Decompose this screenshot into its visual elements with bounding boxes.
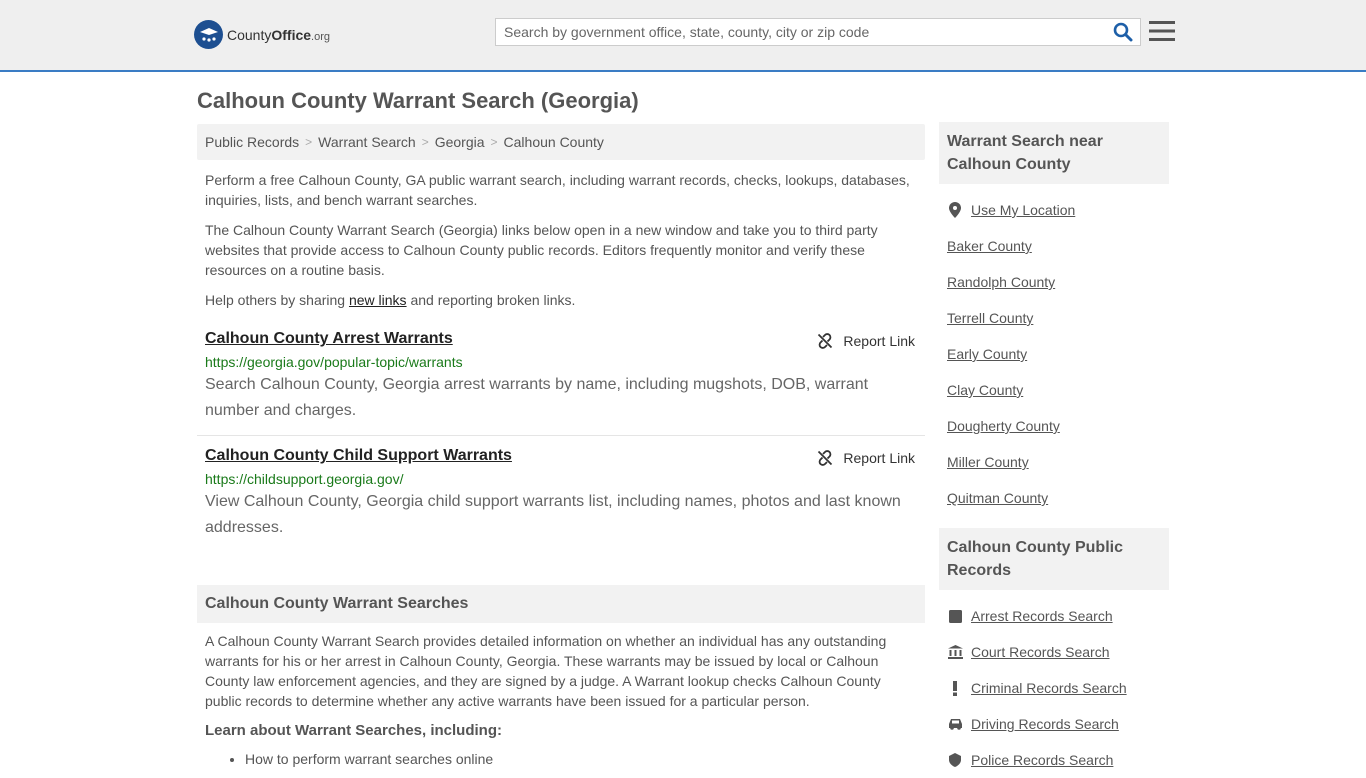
- nearby-list: Use My Location Baker County Randolph Co…: [939, 184, 1169, 516]
- use-location-item: Use My Location: [947, 192, 1161, 228]
- menu-button[interactable]: [1149, 19, 1175, 43]
- broken-link-icon: [818, 450, 833, 466]
- public-records-list: Arrest Records Search Court Records Sear…: [939, 590, 1169, 778]
- police-icon: [947, 752, 963, 768]
- list-item: Early County: [947, 336, 1161, 372]
- breadcrumb-warrant-search[interactable]: Warrant Search: [318, 134, 416, 150]
- breadcrumb-georgia[interactable]: Georgia: [435, 134, 485, 150]
- warrant-searches-paragraph: A Calhoun County Warrant Search provides…: [205, 633, 887, 709]
- nearby-county-link[interactable]: Dougherty County: [947, 418, 1060, 434]
- link-description: View Calhoun County, Georgia child suppo…: [205, 493, 901, 536]
- breadcrumb-calhoun-county[interactable]: Calhoun County: [504, 134, 604, 150]
- location-pin-icon: [947, 202, 963, 218]
- link-item: Calhoun County Child Support Warrants Re…: [197, 447, 925, 541]
- list-item: Arrest Records Search: [947, 598, 1161, 634]
- search-input[interactable]: [496, 19, 1106, 45]
- public-records-heading: Calhoun County Public Records: [939, 528, 1169, 590]
- link-url[interactable]: https://georgia.gov/popular-topic/warran…: [205, 354, 917, 370]
- list-item: Driving Records Search: [947, 706, 1161, 742]
- sidebar: Warrant Search near Calhoun County Use M…: [939, 122, 1169, 778]
- search-button[interactable]: [1112, 22, 1134, 42]
- list-item: Quitman County: [947, 480, 1161, 516]
- logo-emblem-icon: [194, 20, 223, 49]
- square-icon: [947, 608, 963, 624]
- intro-paragraph-2: The Calhoun County Warrant Search (Georg…: [205, 222, 878, 278]
- police-records-link[interactable]: Police Records Search: [971, 752, 1113, 768]
- list-item: Police Records Search: [947, 742, 1161, 778]
- list-item: How to perform warrant searches online: [245, 749, 917, 769]
- car-icon: [947, 716, 963, 732]
- breadcrumb-public-records[interactable]: Public Records: [205, 134, 299, 150]
- warrant-searches-body: A Calhoun County Warrant Search provides…: [197, 623, 925, 769]
- search-icon: [1113, 22, 1133, 42]
- site-logo[interactable]: CountyOffice.org: [194, 20, 330, 49]
- intro-paragraph-3: Help others by sharing new links and rep…: [205, 292, 576, 308]
- page-title: Calhoun County Warrant Search (Georgia): [197, 88, 639, 113]
- courthouse-icon: [947, 644, 963, 660]
- list-item: Dougherty County: [947, 408, 1161, 444]
- nearby-county-link[interactable]: Clay County: [947, 382, 1023, 398]
- link-title-arrest-warrants[interactable]: Calhoun County Arrest Warrants: [205, 330, 453, 348]
- breadcrumb-separator-icon: >: [490, 135, 498, 149]
- learn-list: How to perform warrant searches online: [205, 749, 917, 769]
- link-item: Calhoun County Arrest Warrants Report Li…: [197, 330, 925, 424]
- new-links-link[interactable]: new links: [349, 292, 407, 308]
- list-item: Randolph County: [947, 264, 1161, 300]
- nearby-county-link[interactable]: Randolph County: [947, 274, 1055, 290]
- nearby-county-link[interactable]: Quitman County: [947, 490, 1048, 506]
- link-url[interactable]: https://childsupport.georgia.gov/: [205, 471, 917, 487]
- divider: [197, 435, 925, 436]
- hamburger-icon: [1149, 21, 1175, 41]
- nearby-county-link[interactable]: Miller County: [947, 454, 1029, 470]
- list-item: Terrell County: [947, 300, 1161, 336]
- report-link-button[interactable]: Report Link: [817, 333, 915, 349]
- report-link-button[interactable]: Report Link: [817, 450, 915, 466]
- link-title-child-support-warrants[interactable]: Calhoun County Child Support Warrants: [205, 447, 512, 465]
- broken-link-icon: [818, 333, 833, 349]
- logo-wordmark: CountyOffice.org: [227, 26, 331, 43]
- nearby-heading: Warrant Search near Calhoun County: [939, 122, 1169, 184]
- intro-paragraph-1: Perform a free Calhoun County, GA public…: [205, 172, 910, 208]
- nearby-county-link[interactable]: Baker County: [947, 238, 1032, 254]
- criminal-records-link[interactable]: Criminal Records Search: [971, 680, 1127, 696]
- top-header: CountyOffice.org: [0, 0, 1366, 72]
- main-content: Public Records > Warrant Search > Georgi…: [197, 124, 925, 769]
- use-my-location-link[interactable]: Use My Location: [971, 202, 1075, 218]
- intro-text: Perform a free Calhoun County, GA public…: [197, 170, 925, 310]
- court-records-link[interactable]: Court Records Search: [971, 644, 1110, 660]
- breadcrumb: Public Records > Warrant Search > Georgi…: [197, 124, 925, 160]
- link-description: Search Calhoun County, Georgia arrest wa…: [205, 376, 869, 419]
- list-item: Court Records Search: [947, 634, 1161, 670]
- exclamation-icon: [947, 680, 963, 696]
- nearby-county-link[interactable]: Terrell County: [947, 310, 1033, 326]
- warrant-searches-heading: Calhoun County Warrant Searches: [197, 585, 925, 623]
- learn-heading: Learn about Warrant Searches, including:: [205, 722, 502, 739]
- search-box: [495, 18, 1141, 46]
- list-item: Miller County: [947, 444, 1161, 480]
- list-item: Baker County: [947, 228, 1161, 264]
- arrest-records-link[interactable]: Arrest Records Search: [971, 608, 1113, 624]
- nearby-county-link[interactable]: Early County: [947, 346, 1027, 362]
- driving-records-link[interactable]: Driving Records Search: [971, 716, 1119, 732]
- list-item: Clay County: [947, 372, 1161, 408]
- breadcrumb-separator-icon: >: [305, 135, 313, 149]
- breadcrumb-separator-icon: >: [421, 135, 429, 149]
- list-item: Criminal Records Search: [947, 670, 1161, 706]
